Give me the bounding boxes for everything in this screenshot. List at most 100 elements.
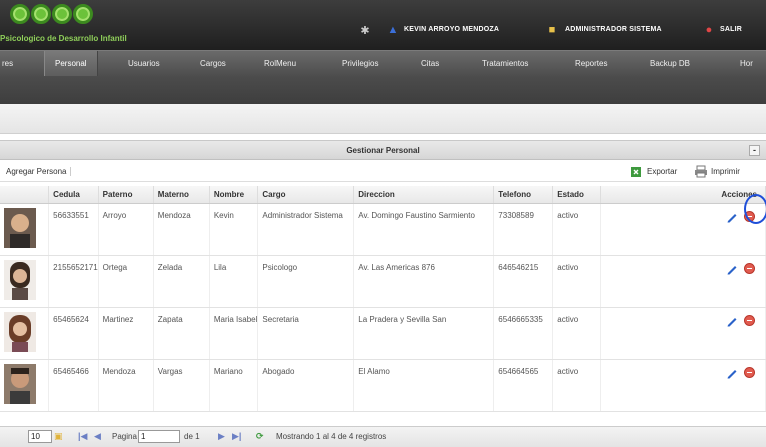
- delete-icon[interactable]: [744, 314, 755, 326]
- person-photo: [4, 363, 36, 404]
- pager: 10 ▣ |◀ ◀ Pagina 1 de 1 ▶ ▶| ⟳ Mostrando…: [0, 426, 766, 447]
- table-row[interactable]: 65465624 Martinez Zapata Maria Isabel Se…: [0, 307, 766, 360]
- nav-item-usuarios[interactable]: Usuarios: [128, 51, 160, 77]
- cell-paterno: Arroyo: [98, 203, 154, 256]
- nav-item-cargos[interactable]: Cargos: [200, 51, 226, 77]
- delete-icon[interactable]: [744, 262, 755, 274]
- nav-item-res[interactable]: res: [2, 51, 13, 77]
- user-icon: ▲: [387, 24, 399, 36]
- refresh-icon[interactable]: ▣: [54, 431, 63, 442]
- nav-item-hor[interactable]: Hor: [740, 51, 753, 77]
- col-nombre[interactable]: Nombre: [209, 186, 259, 204]
- next-page-icon[interactable]: ▶: [218, 431, 225, 442]
- cell-nombre: Maria Isabel: [209, 307, 259, 360]
- panel-title: Gestionar Personal: [346, 146, 420, 155]
- nav-item-backup[interactable]: Backup DB: [650, 51, 690, 77]
- cell-direccion: Av. Domingo Faustino Sarmiento: [353, 203, 495, 256]
- table-row[interactable]: 2155652171 Ortega Zelada Lila Psicologo …: [0, 255, 766, 308]
- nav-item-privilegios[interactable]: Privilegios: [342, 51, 378, 77]
- cell-materno: Zelada: [153, 255, 210, 308]
- cell-materno: Zapata: [153, 307, 210, 360]
- cell-cedula: 56633551: [48, 203, 99, 256]
- app-logo[interactable]: Psicologico de Desarrollo Infantil: [0, 4, 170, 44]
- col-acciones: Acciones: [600, 186, 766, 204]
- top-header: Psicologico de Desarrollo Infantil ✱ ▲ K…: [0, 0, 766, 50]
- edit-icon[interactable]: [726, 367, 738, 379]
- col-paterno[interactable]: Paterno: [98, 186, 154, 204]
- col-estado[interactable]: Estado: [552, 186, 602, 204]
- cell-nombre: Mariano: [209, 359, 259, 412]
- delete-icon[interactable]: [744, 366, 755, 378]
- edit-icon[interactable]: [726, 315, 738, 327]
- col-direccion[interactable]: Direccion: [353, 186, 495, 204]
- page-size-select[interactable]: 10: [28, 430, 52, 443]
- user-name[interactable]: KEVIN ARROYO MENDOZA: [404, 26, 499, 33]
- table-header: Cedula Paterno Materno Nombre Cargo Dire…: [0, 186, 766, 204]
- edit-icon[interactable]: [726, 263, 738, 275]
- export-icon: [631, 167, 641, 177]
- edit-icon[interactable]: [726, 211, 738, 223]
- first-page-icon[interactable]: |◀: [78, 431, 87, 442]
- nav-item-rolmenu[interactable]: RolMenu: [264, 51, 296, 77]
- logout-button[interactable]: SALIR: [720, 26, 742, 33]
- nav-item-tratamientos[interactable]: Tratamientos: [482, 51, 528, 77]
- content-band: [0, 104, 766, 134]
- col-cedula[interactable]: Cedula: [48, 186, 99, 204]
- export-button[interactable]: Exportar: [630, 165, 677, 178]
- cell-telefono: 646546215: [493, 255, 554, 308]
- print-icon: [695, 165, 707, 178]
- cell-paterno: Martinez: [98, 307, 154, 360]
- col-materno[interactable]: Materno: [153, 186, 210, 204]
- cell-telefono: 6546665335: [493, 307, 554, 360]
- cell-direccion: Av. Las Americas 876: [353, 255, 495, 308]
- cell-direccion: El Alamo: [353, 359, 495, 412]
- cell-materno: Vargas: [153, 359, 210, 412]
- page-label: Pagina: [112, 432, 137, 441]
- page-input[interactable]: 1: [138, 430, 180, 443]
- logout-icon[interactable]: ●: [702, 24, 716, 36]
- personal-table: Cedula Paterno Materno Nombre Cargo Dire…: [0, 186, 766, 412]
- cell-estado: activo: [552, 203, 602, 256]
- cell-estado: activo: [552, 359, 602, 412]
- person-photo: [4, 207, 36, 248]
- person-photo: [4, 311, 36, 352]
- page-of-label: de 1: [184, 432, 200, 441]
- export-label: Exportar: [647, 167, 678, 176]
- cell-nombre: Lila: [209, 255, 259, 308]
- nav-item-personal[interactable]: Personal: [44, 51, 98, 77]
- print-button[interactable]: Imprimir: [694, 165, 740, 178]
- cell-cargo: Secretaria: [257, 307, 355, 360]
- panel-header: Gestionar Personal -: [0, 140, 766, 160]
- cell-cedula: 2155652171: [48, 255, 99, 308]
- table-row[interactable]: 56633551 Arroyo Mendoza Kevin Administra…: [0, 203, 766, 256]
- reload-icon[interactable]: ⟳: [256, 431, 264, 442]
- main-nav: res Personal Usuarios Cargos RolMenu Pri…: [0, 50, 766, 77]
- cell-telefono: 654664565: [493, 359, 554, 412]
- col-telefono[interactable]: Telefono: [493, 186, 554, 204]
- cell-paterno: Mendoza: [98, 359, 154, 412]
- cell-direccion: La Pradera y Sevilla San: [353, 307, 495, 360]
- settings-icon[interactable]: ✱: [358, 24, 372, 37]
- folder-icon: ■: [548, 24, 556, 36]
- records-summary: Mostrando 1 al 4 de 4 registros: [276, 432, 387, 441]
- cell-nombre: Kevin: [209, 203, 259, 256]
- nav-item-reportes[interactable]: Reportes: [575, 51, 607, 77]
- nav-item-citas[interactable]: Citas: [421, 51, 439, 77]
- user-role: ADMINISTRADOR SISTEMA: [565, 26, 662, 33]
- cell-telefono: 73308589: [493, 203, 554, 256]
- last-page-icon[interactable]: ▶|: [232, 431, 241, 442]
- sub-nav-bar: [0, 76, 766, 104]
- collapse-button[interactable]: -: [749, 145, 760, 156]
- person-photo: [4, 259, 36, 300]
- col-photo[interactable]: [0, 186, 50, 204]
- table-row[interactable]: 65465466 Mendoza Vargas Mariano Abogado …: [0, 359, 766, 412]
- prev-page-icon[interactable]: ◀: [94, 431, 101, 442]
- col-cargo[interactable]: Cargo: [257, 186, 355, 204]
- click-highlight-ring: [744, 194, 766, 224]
- cell-cedula: 65465466: [48, 359, 99, 412]
- cell-paterno: Ortega: [98, 255, 154, 308]
- cell-estado: activo: [552, 307, 602, 360]
- add-person-button[interactable]: Agregar Persona: [6, 167, 72, 176]
- cell-cargo: Abogado: [257, 359, 355, 412]
- cell-estado: activo: [552, 255, 602, 308]
